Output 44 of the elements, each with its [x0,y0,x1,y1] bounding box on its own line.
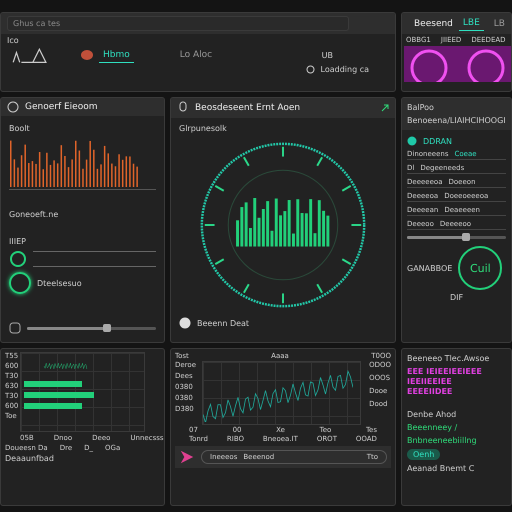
panel-title: Beosdeseent Ernt Aoen [195,103,300,113]
level-bar [24,403,82,409]
alert-item: Bnbneeneebiillng [407,436,478,445]
status-text: Loadding ca [320,65,369,74]
alert-line: EEE IEIEEIEEIEEE [407,367,483,376]
gauge-label: GANABBOE [407,264,452,272]
header-label: Ico [7,36,20,45]
volume-slider[interactable] [27,326,156,330]
preview-title: Beesend [414,18,453,28]
header-tab[interactable]: Hbmo [99,48,134,62]
detail-label: BalPoo [407,103,435,112]
alert-line: EEEEIIDEE [407,387,454,396]
status-icon [407,136,417,146]
toggle-label: Dteelsesuo [37,278,82,288]
preview-tab[interactable]: LBE [458,16,484,31]
record-icon [81,50,93,60]
header-tab[interactable]: Lo Aloc [176,48,216,62]
expand-icon[interactable] [381,104,389,112]
search-field[interactable]: Ghus ca tes [7,16,349,31]
status-badge: Oenh [407,449,440,460]
alerts-title: Beeneeo Tlec.Awsoe [407,354,490,363]
detail-slider[interactable] [407,236,506,239]
footer-label: Deaaunfbad [5,454,54,463]
section-label: Goneoeft.ne [9,210,60,219]
box-icon [9,322,21,334]
device-label: UB [322,50,333,60]
panel-title: Genoerf Eieoom [25,102,98,112]
alert-line: IEEIIEEIEE [407,377,453,386]
level-bar [24,381,82,387]
panel-subtitle: Glrpunesolk [179,124,227,133]
panel-footer: Beeenn Deat [197,318,250,328]
user-icon [179,317,191,329]
gauge-subtitle: DIF [450,293,464,302]
chart-label: Boolt [9,124,31,133]
field-label: IIIEP [9,237,27,246]
gauge-ring: Cuil [458,246,502,290]
toggle-switch[interactable] [9,272,31,294]
detail-heading: Benoeena/LIAIHCIHOOGI [407,116,506,125]
level-bar [24,392,94,398]
alerts-footer: Aeanad Bnemt C [407,464,506,473]
detail-status: DDRAN [423,136,452,146]
alerts-subtitle: Denbe Ahod [407,410,458,419]
preview-tab[interactable]: LB [490,16,509,30]
alert-item: Beeenneey / [407,423,458,432]
